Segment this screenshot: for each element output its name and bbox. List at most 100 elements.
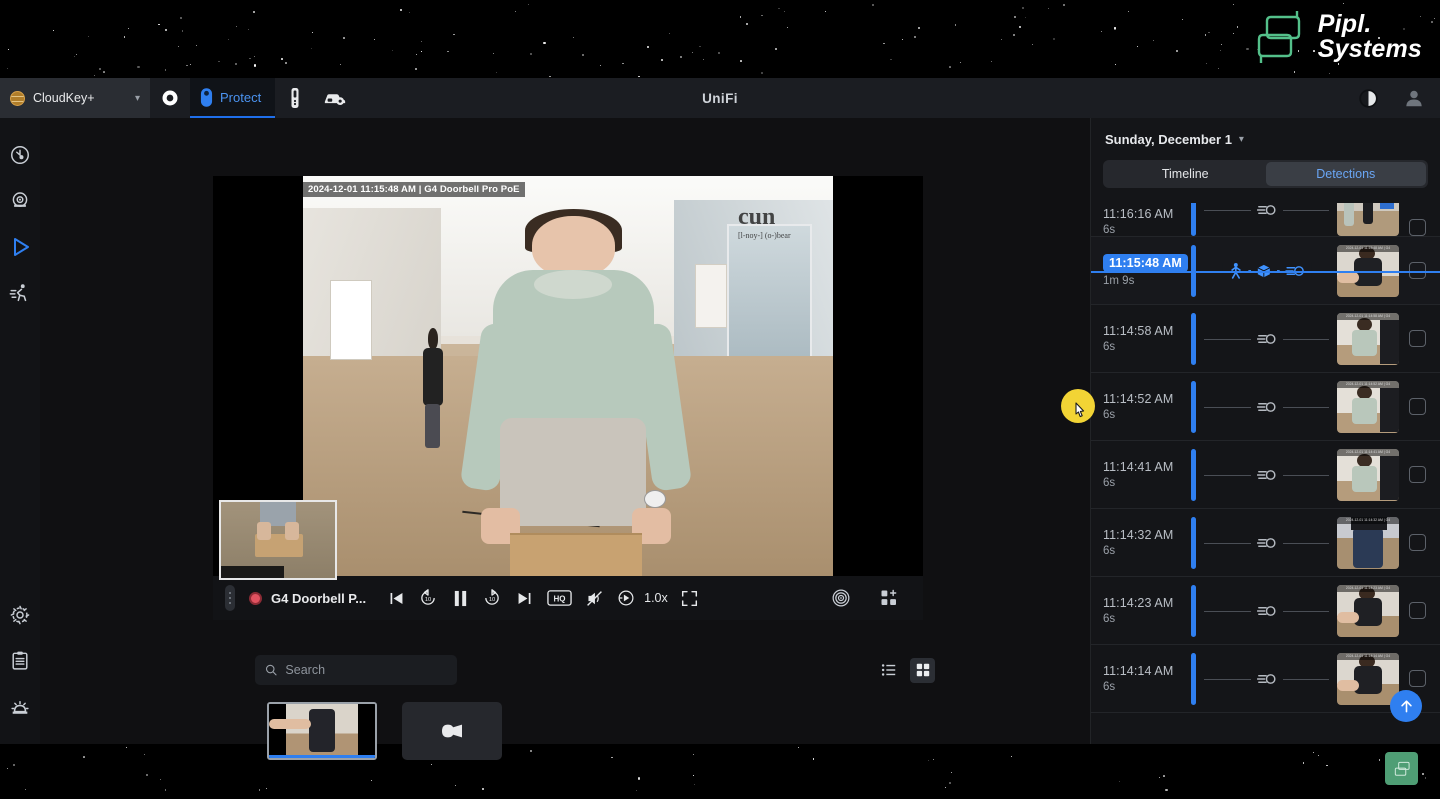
forward-10-button[interactable]: 10 <box>476 582 508 614</box>
detection-row[interactable]: 11:16:16 AM 6s 2024-12-01 11:16:16 AM | … <box>1091 203 1440 237</box>
video-player[interactable]: cun [l-noy-] (o-)bear 2024-12-01 11:15:4… <box>213 176 923 580</box>
contrast-theme-icon <box>1358 88 1378 108</box>
gear-icon <box>10 605 30 625</box>
detection-checkbox[interactable] <box>1409 670 1426 687</box>
detection-duration: 6s <box>1103 409 1116 421</box>
detection-time: 11:14:32 AM <box>1103 528 1174 542</box>
sidebar-item-alarms[interactable] <box>0 684 40 730</box>
chevron-down-icon: ▾ <box>1238 134 1244 145</box>
detection-checkbox[interactable] <box>1409 602 1426 619</box>
detection-row[interactable]: 11:14:58 AM 6s 2024-12-01 11:14:58 AM | … <box>1091 305 1440 373</box>
tab-protect[interactable]: Protect <box>190 78 276 118</box>
camera-thumb-placeholder[interactable] <box>402 702 502 760</box>
detection-row[interactable]: 11:14:23 AM 6s 2024-12-01 11:14:23 AM | … <box>1091 577 1440 645</box>
panel-date-selector[interactable]: Sunday, December 1 ▾ <box>1091 118 1440 147</box>
detection-list[interactable]: 11:16:16 AM 6s 2024-12-01 11:16:16 AM | … <box>1091 203 1440 744</box>
person-running-icon <box>9 284 27 302</box>
detection-connector <box>1196 585 1337 637</box>
account-button[interactable] <box>1394 78 1434 118</box>
scroll-to-top-button[interactable] <box>1390 690 1422 722</box>
detection-row[interactable]: 11:14:32 AM 6s 2024-12-01 11:14:32 AM | … <box>1091 509 1440 577</box>
detection-time: 11:14:14 AM <box>1103 664 1174 678</box>
sidebar-item-dashboard[interactable] <box>0 132 40 178</box>
thumbnail-timestamp: 2024-12-01 11:14:58 AM | G4 <box>1337 312 1399 320</box>
rewind-10-button[interactable]: 10 <box>412 582 444 614</box>
pipl-logo-mark <box>1251 8 1307 66</box>
detection-row[interactable]: 11:15:48 AM 1m 9s - - 2024-12-01 11:15:4… <box>1091 237 1440 305</box>
detection-thumbnail[interactable]: 2024-12-01 11:16:16 AM | G4 <box>1337 203 1399 236</box>
rewind-10-icon: 10 <box>421 589 435 605</box>
detection-thumbnail[interactable]: 2024-12-01 11:14:32 AM | G4 <box>1337 516 1399 569</box>
previous-event-button[interactable] <box>380 582 412 614</box>
add-grid-icon <box>881 589 897 605</box>
detection-thumbnail[interactable]: 2024-12-01 11:14:41 AM | G4 <box>1337 448 1399 501</box>
panel-date: Sunday, December 1 <box>1105 132 1232 147</box>
pause-button[interactable] <box>444 582 476 614</box>
fullscreen-button[interactable] <box>674 582 706 614</box>
grid-view-icon <box>916 663 929 677</box>
hq-badge-icon: HQ <box>546 590 572 606</box>
protect-shield-icon <box>200 87 213 107</box>
detection-type-icons <box>1250 203 1283 217</box>
detection-row[interactable]: 11:14:14 AM 6s 2024-12-01 11:14:14 AM | … <box>1091 645 1440 713</box>
svg-text:10: 10 <box>489 597 495 603</box>
detection-thumbnail[interactable]: 2024-12-01 11:14:58 AM | G4 <box>1337 312 1399 365</box>
motion-icon <box>1256 333 1276 344</box>
quality-button[interactable]: HQ <box>540 582 578 614</box>
search-input[interactable] <box>285 663 447 677</box>
detection-checkbox[interactable] <box>1409 330 1426 347</box>
detection-thumbnail[interactable]: 2024-12-01 11:14:23 AM | G4 <box>1337 584 1399 637</box>
console-target-icon <box>162 90 178 106</box>
player-controls: G4 Doorbell P... 10 10 HQ 1.0x <box>213 576 923 620</box>
detection-row[interactable]: 11:14:41 AM 6s 2024-12-01 11:14:41 AM | … <box>1091 441 1440 509</box>
device-button[interactable] <box>275 78 315 118</box>
user-avatar-icon <box>1406 90 1422 107</box>
sidebar-item-cameras[interactable] <box>0 178 40 224</box>
sidebar-item-playback[interactable] <box>0 224 40 270</box>
detection-row[interactable]: 11:14:52 AM 6s 2024-12-01 11:14:52 AM | … <box>1091 373 1440 441</box>
console-selector[interactable]: CloudKey+ ▾ <box>0 78 150 118</box>
sidebar-item-settings[interactable] <box>0 592 40 638</box>
detection-time-block: 11:14:32 AM 6s <box>1091 528 1191 557</box>
motion-detection-button[interactable] <box>825 582 857 614</box>
motion-icon <box>1256 536 1277 549</box>
detection-checkbox[interactable] <box>1409 398 1426 415</box>
picture-in-picture-view[interactable] <box>219 500 337 580</box>
detection-checkbox[interactable] <box>1409 534 1426 551</box>
app-body: cun [l-noy-] (o-)bear 2024-12-01 11:15:4… <box>0 118 1440 760</box>
console-home-button[interactable] <box>150 78 190 118</box>
detection-type-icons <box>1250 468 1283 481</box>
detection-time-block: 11:14:23 AM 6s <box>1091 596 1191 625</box>
camera-thumb-doorbell[interactable] <box>267 702 377 760</box>
playback-speed-button[interactable] <box>610 582 642 614</box>
detection-duration: 6s <box>1103 681 1116 693</box>
detection-thumbnail[interactable]: 2024-12-01 11:14:14 AM | G4 <box>1337 652 1399 705</box>
header-right-actions <box>1348 78 1434 118</box>
brand-line-2: Systems <box>1317 35 1422 63</box>
detection-time: 11:14:52 AM <box>1103 392 1174 406</box>
drive-button[interactable] <box>315 78 355 118</box>
sidebar-item-logs[interactable] <box>0 638 40 684</box>
motion-icon <box>1256 401 1276 412</box>
search-box[interactable] <box>255 655 457 685</box>
detection-thumbnail[interactable]: 2024-12-01 11:14:52 AM | G4 <box>1337 380 1399 433</box>
add-view-button[interactable] <box>873 582 905 614</box>
selected-scrub-line <box>1091 270 1440 273</box>
tab-timeline[interactable]: Timeline <box>1105 162 1266 186</box>
list-view-button[interactable] <box>876 658 901 683</box>
next-event-button[interactable] <box>508 582 540 614</box>
detections-panel: Sunday, December 1 ▾ Timeline Detections… <box>1090 118 1440 744</box>
sidebar-item-detections[interactable] <box>0 270 40 316</box>
drag-handle[interactable] <box>225 585 235 611</box>
tab-detections[interactable]: Detections <box>1265 162 1426 186</box>
mute-button[interactable] <box>578 582 610 614</box>
globe-icon <box>10 90 25 106</box>
grid-view-button[interactable] <box>910 657 935 683</box>
brand-text: Pipl. Systems <box>1317 11 1422 63</box>
theme-toggle-button[interactable] <box>1348 78 1388 118</box>
detection-checkbox[interactable] <box>1409 466 1426 483</box>
motion-icon <box>1256 204 1277 217</box>
detection-checkbox[interactable] <box>1409 219 1426 236</box>
camera-thumbnail-strip <box>267 702 502 760</box>
detection-type-icons <box>1250 536 1283 549</box>
